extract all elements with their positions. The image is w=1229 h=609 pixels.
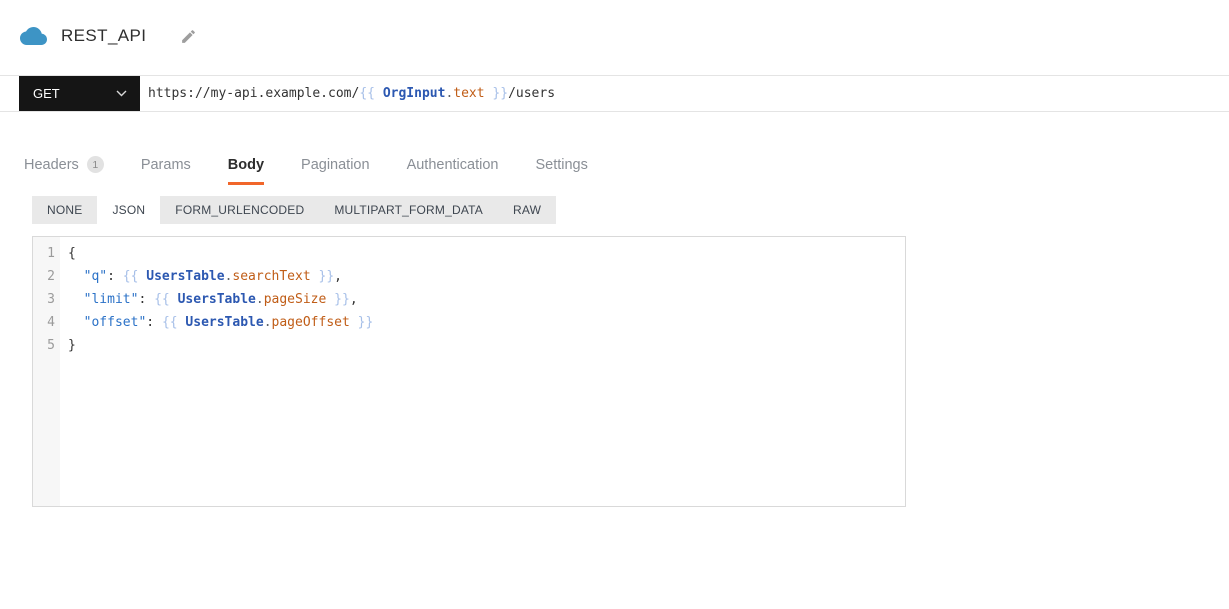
line-number-gutter: 1 2 3 4 5 (33, 237, 60, 506)
code-token-plain: , (349, 292, 358, 307)
tab-headers-label: Headers (24, 156, 79, 173)
tab-body[interactable]: Body (227, 156, 265, 185)
headers-count-badge: 1 (86, 156, 104, 173)
tab-params[interactable]: Params (141, 156, 191, 185)
code-token-brace: }} (310, 269, 335, 284)
chevron-down-icon (116, 90, 127, 97)
code-token-prop: text (453, 86, 485, 101)
line-number: 5 (47, 338, 55, 353)
method-select[interactable]: GET (19, 76, 140, 111)
code-token-dot: . (263, 315, 272, 330)
rest-api-editor: REST_API GET https://my-api.example.com/… (0, 0, 1229, 609)
code-token-prop: pageSize (263, 292, 327, 307)
line-number: 4 (47, 315, 55, 330)
tab-authentication-label: Authentication (406, 156, 499, 173)
request-tabs: Headers 1 Params Body Pagination Authent… (24, 156, 588, 185)
body-type-json[interactable]: JSON (97, 196, 161, 224)
resource-title: REST_API (61, 26, 147, 45)
code-token-component: UsersTable (185, 315, 264, 330)
code-token-key: "q" (83, 269, 108, 284)
code-token-brace: {{ (154, 292, 178, 307)
code-token-component: UsersTable (177, 292, 256, 307)
code-token-plain: https://my-api.example.com/ (148, 86, 360, 101)
body-type-none[interactable]: NONE (32, 196, 97, 224)
resource-header: REST_API (20, 26, 197, 46)
code-token-brace: {{ (359, 86, 383, 101)
tab-authentication[interactable]: Authentication (407, 156, 499, 185)
code-token-key: "limit" (83, 292, 139, 307)
code-token-brace: {{ (161, 315, 186, 330)
tab-pagination-label: Pagination (301, 156, 370, 173)
code-token-brace: }} (484, 86, 509, 101)
tab-settings[interactable]: Settings (535, 156, 587, 185)
code-line[interactable]: } (68, 334, 905, 357)
code-token-brace: }} (326, 292, 350, 307)
code-token-plain: /users (508, 86, 556, 101)
code-token-plain: , (334, 269, 342, 284)
tab-body-label: Body (227, 156, 265, 173)
code-token-dot: . (445, 86, 454, 101)
code-token-brace: }} (349, 315, 374, 330)
line-number: 1 (47, 246, 55, 261)
body-type-raw[interactable]: RAW (498, 196, 556, 224)
body-type-json-label: JSON (112, 203, 146, 217)
code-token-brace: {{ (122, 269, 147, 284)
code-line[interactable]: "limit": {{ UsersTable.pageSize }}, (68, 288, 905, 311)
tab-pagination[interactable]: Pagination (301, 156, 370, 185)
body-type-multipart-form-data[interactable]: MULTIPART_FORM_DATA (319, 196, 498, 224)
code-token-prop: pageOffset (271, 315, 350, 330)
method-label: GET (33, 86, 60, 101)
code-token-key: "offset" (83, 315, 147, 330)
cloud-icon (20, 27, 47, 45)
code-token-dot: . (255, 292, 264, 307)
url-input[interactable]: https://my-api.example.com/{{ OrgInput. t… (140, 76, 1229, 111)
code-token-plain: : (138, 292, 155, 307)
code-area[interactable]: { "q": {{ UsersTable.searchText }}, "lim… (60, 237, 905, 506)
line-number: 2 (47, 269, 55, 284)
code-token-prop: searchText (232, 269, 311, 284)
code-token-component: UsersTable (146, 269, 225, 284)
tab-headers[interactable]: Headers 1 (24, 156, 104, 185)
tab-settings-label: Settings (535, 156, 588, 173)
tab-params-label: Params (140, 156, 191, 173)
code-token-component: OrgInput (382, 86, 446, 101)
body-type-selector: NONE JSON FORM_URLENCODED MULTIPART_FORM… (32, 196, 557, 224)
edit-pencil-icon[interactable] (180, 28, 197, 45)
code-line[interactable]: { (68, 242, 905, 265)
code-token-plain: : (146, 315, 162, 330)
body-type-raw-label: RAW (513, 203, 542, 217)
code-line[interactable]: "q": {{ UsersTable.searchText }}, (68, 265, 905, 288)
body-type-none-label: NONE (47, 203, 83, 217)
request-url-bar: GET https://my-api.example.com/{{ OrgInp… (0, 75, 1229, 112)
code-token-plain: { (68, 246, 76, 261)
code-token-plain: : (107, 269, 123, 284)
code-line[interactable]: "offset": {{ UsersTable.pageOffset }} (68, 311, 905, 334)
json-body-editor: 12345 { "q": {{ UsersTable.searchText }}… (32, 236, 906, 507)
code-token-plain: } (68, 338, 76, 353)
line-number: 3 (47, 292, 55, 307)
body-type-form-urlencoded-label: FORM_URLENCODED (175, 203, 305, 217)
body-type-form-urlencoded[interactable]: FORM_URLENCODED (160, 196, 319, 224)
body-type-multipart-form-data-label: MULTIPART_FORM_DATA (334, 203, 484, 217)
